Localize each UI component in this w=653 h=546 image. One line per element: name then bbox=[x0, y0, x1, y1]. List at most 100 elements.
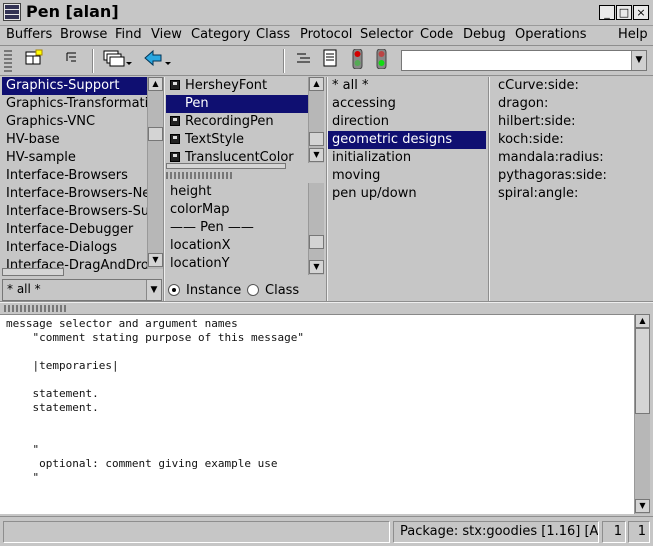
list-item[interactable]: koch:side: bbox=[494, 131, 649, 149]
hscroll-thumb[interactable] bbox=[2, 268, 64, 276]
scroll-up-icon[interactable]: ▲ bbox=[309, 77, 324, 91]
list-item[interactable]: pythagoras:side: bbox=[494, 167, 649, 185]
variable-list[interactable]: height colorMap —— Pen —— locationX loca… bbox=[166, 183, 308, 275]
list-item[interactable]: geometric designs bbox=[328, 131, 486, 149]
hierarchy-icon[interactable] bbox=[60, 49, 84, 71]
toolbar-grip[interactable] bbox=[4, 50, 12, 72]
editor-scrollbar[interactable]: ▲ ▼ bbox=[634, 314, 650, 514]
minimize-button[interactable]: _ bbox=[599, 5, 615, 20]
list-item[interactable]: HersheyFont bbox=[166, 77, 308, 95]
menu-debug[interactable]: Debug bbox=[463, 27, 506, 42]
list-item[interactable]: Graphics-VNC bbox=[2, 113, 147, 131]
menu-buffers[interactable]: Buffers bbox=[6, 27, 52, 42]
toolbar: ▼ bbox=[0, 46, 653, 76]
list-item[interactable]: Interface-Debugger bbox=[2, 221, 147, 239]
list-item[interactable]: Interface-Browsers-Ne bbox=[2, 185, 147, 203]
search-input[interactable] bbox=[401, 50, 647, 71]
scroll-down-icon[interactable]: ▼ bbox=[309, 148, 324, 162]
scroll-down-icon[interactable]: ▼ bbox=[309, 260, 324, 274]
menu-category[interactable]: Category bbox=[191, 27, 250, 42]
chevron-down-icon[interactable]: ▼ bbox=[146, 280, 161, 300]
radio-class[interactable] bbox=[247, 284, 259, 296]
class-list[interactable]: HersheyFont Pen RecordingPen TextStyle T… bbox=[166, 77, 308, 163]
list-item[interactable]: Graphics-Transformati bbox=[2, 95, 147, 113]
scroll-up-icon[interactable]: ▲ bbox=[148, 77, 163, 91]
menu-browse[interactable]: Browse bbox=[60, 27, 107, 42]
selector-list[interactable]: cCurve:side: dragon: hilbert:side: koch:… bbox=[494, 77, 649, 301]
category-scrollbar[interactable]: ▲ ▼ bbox=[147, 77, 163, 269]
pane-splitter[interactable] bbox=[4, 305, 68, 312]
variable-scrollbar[interactable]: ▼ bbox=[308, 183, 324, 275]
list-item[interactable]: HV-base bbox=[2, 131, 147, 149]
list-item[interactable]: locationX bbox=[166, 237, 308, 255]
window-title: Pen [alan] bbox=[26, 2, 119, 21]
list-item[interactable]: Interface-Browsers-Su bbox=[2, 203, 147, 221]
radio-class-label[interactable]: Class bbox=[265, 283, 299, 298]
scroll-thumb[interactable] bbox=[635, 328, 650, 414]
new-browser-icon[interactable] bbox=[22, 49, 46, 71]
code-editor[interactable]: message selector and argument names "com… bbox=[0, 314, 634, 514]
list-item[interactable]: * all * bbox=[328, 77, 486, 95]
list-item[interactable]: Interface-Browsers bbox=[2, 167, 147, 185]
menu-code[interactable]: Code bbox=[420, 27, 453, 42]
menu-view[interactable]: View bbox=[151, 27, 182, 42]
class-scrollbar[interactable]: ▲ ▼ bbox=[308, 77, 324, 163]
list-item[interactable]: cCurve:side: bbox=[494, 77, 649, 95]
radio-instance-label[interactable]: Instance bbox=[186, 283, 241, 298]
hscroll-thumb[interactable] bbox=[166, 163, 286, 169]
list-item[interactable]: hilbert:side: bbox=[494, 113, 649, 131]
floppy-icon bbox=[170, 80, 180, 90]
menu-protocol[interactable]: Protocol bbox=[300, 27, 352, 42]
column-number: 1 bbox=[628, 521, 650, 543]
list-item[interactable]: Pen bbox=[166, 95, 308, 113]
chevron-down-icon[interactable]: ▼ bbox=[631, 51, 646, 70]
menu-selector[interactable]: Selector bbox=[360, 27, 413, 42]
pane-splitter[interactable] bbox=[166, 172, 232, 179]
list-item[interactable]: locationY bbox=[166, 255, 308, 273]
list-item[interactable]: pen up/down bbox=[328, 185, 486, 203]
list-item[interactable]: Interface-Dialogs bbox=[2, 239, 147, 257]
traffic-light-icon[interactable] bbox=[345, 48, 369, 71]
menu-find[interactable]: Find bbox=[115, 27, 142, 42]
document-icon[interactable] bbox=[318, 49, 342, 71]
list-item[interactable]: accessing bbox=[328, 95, 486, 113]
scroll-thumb[interactable] bbox=[148, 127, 163, 141]
list-item[interactable]: height bbox=[166, 183, 308, 201]
list-item[interactable]: initialization bbox=[328, 149, 486, 167]
back-arrow-icon[interactable] bbox=[143, 49, 173, 71]
list-item[interactable]: Graphics-Support bbox=[2, 77, 147, 95]
category-list[interactable]: Graphics-Support Graphics-Transformati G… bbox=[2, 77, 147, 275]
list-item[interactable]: mandala:radius: bbox=[494, 149, 649, 167]
menu-operations[interactable]: Operations bbox=[515, 27, 586, 42]
close-button[interactable]: × bbox=[633, 5, 649, 20]
list-item[interactable]: RecordingPen bbox=[166, 113, 308, 131]
package-status: Package: stx:goodies [1.16] [Al bbox=[393, 521, 599, 543]
windows-icon[interactable] bbox=[102, 49, 132, 71]
list-item[interactable]: direction bbox=[328, 113, 486, 131]
scroll-thumb[interactable] bbox=[309, 235, 324, 249]
scroll-down-icon[interactable]: ▼ bbox=[148, 253, 163, 267]
menu-class[interactable]: Class bbox=[256, 27, 290, 42]
protocol-list[interactable]: * all * accessing direction geometric de… bbox=[328, 77, 486, 301]
floppy-icon bbox=[170, 134, 180, 144]
category-filter[interactable]: * all * ▼ bbox=[2, 279, 162, 301]
format-icon[interactable] bbox=[292, 49, 316, 71]
code-text[interactable]: message selector and argument names "com… bbox=[0, 315, 634, 499]
maximize-button[interactable]: □ bbox=[616, 5, 632, 20]
menu-help[interactable]: Help bbox=[618, 27, 648, 42]
browser-app-icon[interactable] bbox=[3, 3, 21, 21]
radio-instance[interactable] bbox=[168, 284, 180, 296]
scroll-down-icon[interactable]: ▼ bbox=[635, 499, 650, 513]
list-item[interactable]: dragon: bbox=[494, 95, 649, 113]
list-item[interactable]: —— Pen —— bbox=[166, 219, 308, 237]
scroll-thumb[interactable] bbox=[309, 132, 324, 146]
traffic-light-icon[interactable] bbox=[369, 48, 393, 71]
list-item[interactable]: TextStyle bbox=[166, 131, 308, 149]
list-item[interactable]: spiral:angle: bbox=[494, 185, 649, 203]
list-item[interactable]: TranslucentColor bbox=[166, 149, 308, 163]
list-item[interactable]: colorMap bbox=[166, 201, 308, 219]
list-item[interactable]: moving bbox=[328, 167, 486, 185]
scroll-up-icon[interactable]: ▲ bbox=[635, 314, 650, 328]
list-item[interactable]: HV-sample bbox=[2, 149, 147, 167]
title-bar[interactable]: Pen [alan] _ □ × bbox=[0, 0, 653, 26]
